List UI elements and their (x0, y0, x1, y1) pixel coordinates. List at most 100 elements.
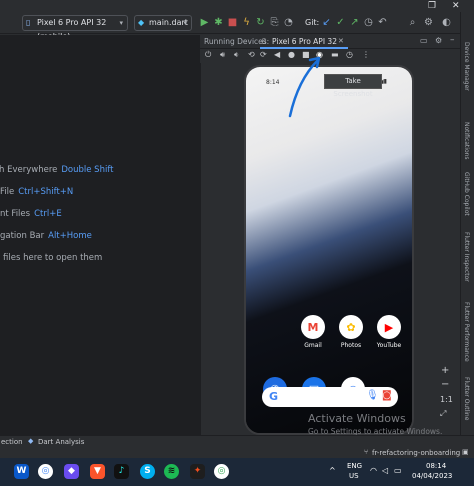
dart-icon: ◆ (138, 18, 145, 27)
copilot-icon[interactable]: ◆ (64, 464, 79, 479)
git-commit-icon[interactable]: ✓ (334, 16, 347, 29)
app-label: YouTube (376, 342, 402, 349)
hot-restart-icon[interactable]: ↻ (254, 16, 267, 29)
google-search-bar[interactable]: G 🎙︎ ◙ (262, 387, 398, 407)
attach-icon[interactable]: ⎘ (268, 16, 281, 29)
run-config-label: main.dart (149, 18, 188, 27)
clock-date: 04/04/2023 (412, 472, 453, 480)
git-branch-icon: ⑂ (364, 448, 369, 456)
skype-icon[interactable]: S (140, 464, 155, 479)
chrome-icon[interactable]: ◎ (38, 464, 53, 479)
zoom-controls: + − 1:1 ⤢ (436, 365, 454, 435)
hint-search-everywhere: h Everywhere Double Shift (0, 165, 114, 175)
dart-analysis-icon: ◆ (28, 437, 34, 445)
activate-windows-title: Activate Windows (308, 412, 406, 425)
hot-reload-icon[interactable]: ϟ (240, 16, 253, 29)
chrome-alt-icon[interactable]: ◎ (214, 464, 229, 479)
git-label: Git: (305, 18, 320, 27)
windows-taskbar: W ◎ ◆ ▼ ♪ S ≋ ✦ ◎ ^ ENG US ◠ ◁ ▭ 08:14 0… (0, 458, 474, 486)
minimize-panel-icon[interactable]: – (450, 35, 455, 45)
spotify-icon[interactable]: ≋ (164, 464, 179, 479)
chevron-down-icon: ▾ (183, 19, 187, 27)
editor-empty-state: h Everywhere Double Shift File Ctrl+Shift+… (0, 35, 200, 435)
app-youtube[interactable]: ▶ YouTube (373, 315, 405, 349)
tab-pixel-6-pro[interactable]: ▯ Pixel 6 Pro API 32 ✕ (260, 35, 348, 49)
chevron-up-icon[interactable]: ^ (329, 466, 336, 475)
youtube-icon: ▶ (377, 315, 401, 339)
app-gmail[interactable]: M Gmail (297, 315, 329, 349)
hint-recent-files: nt Files Ctrl+E (0, 209, 62, 219)
word-icon[interactable]: W (14, 464, 29, 479)
phone-icon: ▯ (26, 18, 31, 27)
ide-logo-icon: ◐ (442, 17, 451, 28)
app-label: Photos (340, 342, 362, 349)
search-icon[interactable]: ⌕ (406, 16, 419, 29)
notifications-tab[interactable]: Notifications (463, 122, 470, 160)
app-label: Gmail (304, 342, 322, 349)
device-screen[interactable]: 8:14 ▾◢▮ M Gmail ✿ Photos ▶ YouTube ✆ ▤ … (244, 65, 414, 435)
stop-icon[interactable]: ■ (226, 16, 239, 29)
volume-up-icon[interactable]: 🔊︎ (220, 50, 225, 60)
volume-down-icon[interactable]: 🔉︎ (234, 50, 239, 60)
settings-icon[interactable]: ⚙ (435, 36, 442, 45)
google-icon: G (269, 390, 279, 403)
window-options-icon[interactable]: ▭ (420, 36, 428, 45)
back-icon[interactable]: ◀ (274, 50, 280, 59)
git-branch-label[interactable]: fr-refactoring-onboarding (372, 449, 460, 457)
rotate-left-icon[interactable]: ⟲ (248, 50, 255, 59)
microphone-icon[interactable]: 🎙︎ (366, 390, 379, 401)
rollback-icon[interactable]: ↶ (376, 16, 389, 29)
flutter-performance-tab[interactable]: Flutter Performance (463, 302, 470, 362)
run-config-selector[interactable]: ◆ main.dart ▾ (134, 15, 192, 31)
tab-label: Pixel 6 Pro API 32 (272, 37, 337, 46)
hint-go-to-file: File Ctrl+Shift+N (0, 187, 74, 197)
lens-icon[interactable]: ◙ (382, 390, 392, 401)
device-controls-toolbar: ⏻ 🔊︎ 🔉︎ ⟲ ⟳ ◀ ● ■ ◉ ▬ ◷ ⋮ (200, 49, 460, 63)
github-copilot-tab[interactable]: GitHub Copilot (463, 172, 470, 216)
language-code[interactable]: ENG (347, 462, 362, 470)
device-manager-tab[interactable]: Device Manager (463, 42, 470, 91)
git-push-icon[interactable]: ↗ (348, 16, 361, 29)
device-selector[interactable]: ▯ Pixel 6 Pro API 32 (mobile) ▾ (22, 15, 128, 41)
rotate-right-icon[interactable]: ⟳ (260, 50, 267, 59)
battery-icon[interactable]: ▭ (394, 466, 402, 475)
status-left-tab[interactable]: ection (1, 438, 23, 446)
tiktok-icon[interactable]: ♪ (114, 464, 129, 479)
restore-window-icon[interactable]: ❐ (428, 1, 436, 11)
flutter-inspector-tab[interactable]: Flutter Inspector (463, 232, 470, 282)
wifi-icon[interactable]: ◠ (370, 466, 377, 475)
clock-time[interactable]: 08:14 (426, 462, 446, 470)
close-tab-icon[interactable]: ✕ (338, 37, 344, 45)
zoom-in-icon[interactable]: + (441, 365, 449, 376)
phone-icon: ▯ (262, 37, 266, 45)
figma-icon[interactable]: ✦ (190, 464, 205, 479)
volume-icon[interactable]: ◁ (382, 466, 388, 475)
fit-screen-icon[interactable]: ⤢ (440, 409, 446, 419)
hint-navigation-bar: gation Bar Alt+Home (0, 231, 92, 241)
annotation-arrow (288, 56, 321, 118)
actual-size-icon[interactable]: 1:1 (440, 395, 453, 404)
dart-analysis-tab[interactable]: Dart Analysis (38, 438, 84, 446)
close-window-icon[interactable]: ✕ (452, 1, 460, 11)
git-update-icon[interactable]: ↙ (320, 16, 333, 29)
profiler-icon[interactable]: ◔ (282, 16, 295, 29)
status-footer: ⑂ fr-refactoring-onboarding ▣ (0, 448, 474, 458)
bottom-status-bar: ection ◆ Dart Analysis (0, 435, 474, 448)
history-icon[interactable]: ◷ (362, 16, 375, 29)
brave-icon[interactable]: ▼ (90, 464, 105, 479)
more-options-icon[interactable]: ⋮ (362, 50, 370, 59)
lock-icon: ▣ (462, 448, 469, 456)
main-toolbar: ▯ Pixel 6 Pro API 32 (mobile) ▾ ◆ main.d… (0, 12, 474, 41)
power-icon[interactable]: ⏻ (205, 50, 211, 60)
zoom-out-icon[interactable]: − (441, 379, 449, 390)
app-photos[interactable]: ✿ Photos (335, 315, 367, 349)
settings-icon[interactable]: ⚙ (422, 16, 435, 29)
gmail-icon: M (301, 315, 325, 339)
hint-drop-files: files here to open them (3, 253, 103, 263)
debug-icon[interactable]: ✱ (212, 16, 225, 29)
snapshots-icon[interactable]: ◷ (346, 50, 353, 59)
screen-record-icon[interactable]: ▬ (331, 50, 339, 59)
running-devices-tabbar: Running Devices: ▯ Pixel 6 Pro API 32 ✕ … (200, 35, 460, 49)
flutter-outline-tab[interactable]: Flutter Outline (463, 377, 470, 420)
run-icon[interactable]: ▶ (198, 16, 211, 29)
